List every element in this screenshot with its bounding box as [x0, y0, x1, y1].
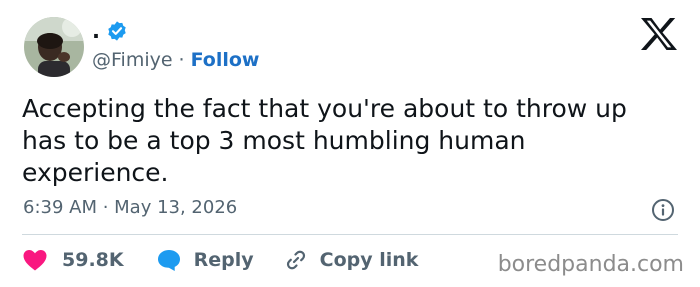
copy-link-button[interactable]: Copy link — [284, 248, 419, 272]
follow-button[interactable]: Follow — [191, 49, 260, 71]
watermark: boredpanda.com — [497, 252, 684, 277]
verified-badge-icon — [108, 21, 126, 41]
tweet-text: Accepting the fact that you're about to … — [22, 94, 627, 187]
reply-button[interactable]: Reply — [156, 248, 254, 272]
like-button[interactable]: 59.8K — [22, 248, 124, 272]
heart-icon — [23, 250, 47, 271]
avatar[interactable] — [24, 17, 84, 77]
profile-photo — [24, 17, 84, 77]
reply-bubble-icon — [157, 250, 180, 271]
handle-row: @Fimiye · Follow — [92, 48, 260, 72]
like-count: 59.8K — [62, 249, 124, 271]
link-icon — [286, 250, 305, 270]
divider — [22, 234, 678, 235]
info-icon[interactable] — [651, 198, 675, 222]
copy-link-label: Copy link — [319, 249, 419, 271]
separator-dot: · — [178, 49, 185, 71]
action-bar: 59.8K Reply Copy link — [22, 246, 418, 274]
display-name[interactable]: . — [92, 20, 100, 42]
x-logo-icon[interactable] — [640, 17, 678, 51]
name-row: . — [92, 18, 128, 44]
reply-label: Reply — [193, 249, 254, 271]
tweet-timestamp[interactable]: 6:39 AM · May 13, 2026 — [23, 197, 237, 218]
user-handle[interactable]: @Fimiye — [92, 49, 173, 71]
